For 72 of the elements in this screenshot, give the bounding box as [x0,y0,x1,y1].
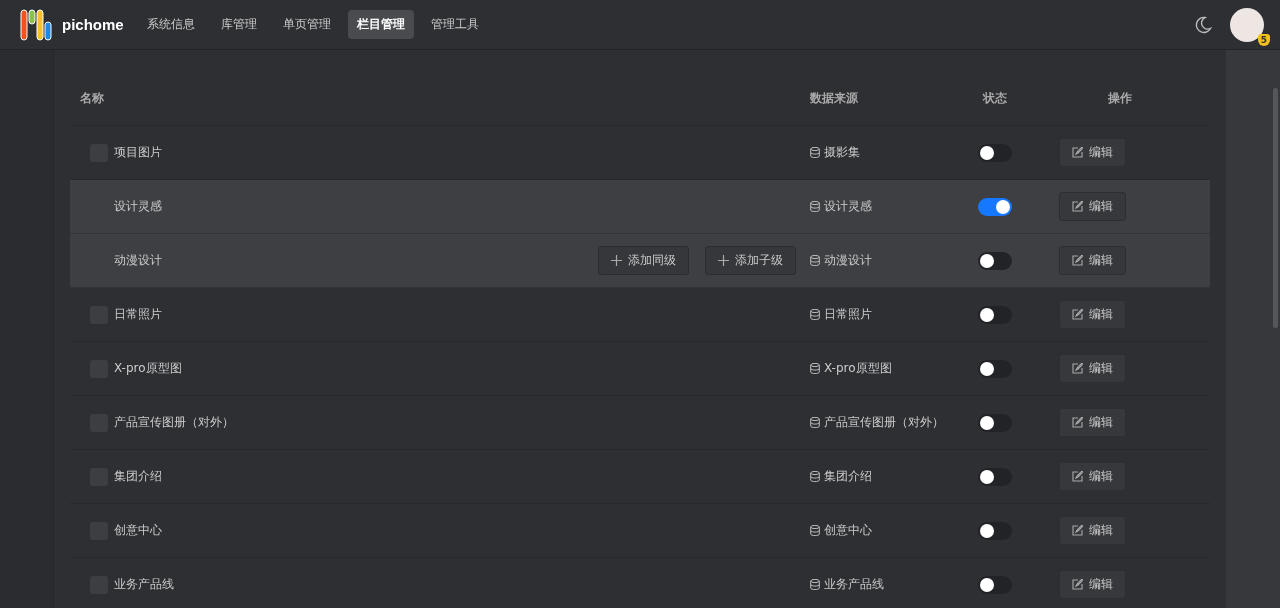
logo-text: pichome [62,16,124,33]
column-header: 状态 [981,90,1008,107]
data-source: 创意中心 [824,522,872,539]
status-switch[interactable] [978,521,1012,540]
data-source: 设计灵感 [824,198,872,215]
edit-button[interactable]: 编辑 [1058,192,1126,221]
nav-tab[interactable]: 系统信息 [137,10,204,39]
edit-button[interactable]: 编辑 [1058,516,1126,545]
scrollbar[interactable] [1273,88,1278,328]
column-header: 操作 [1107,90,1133,107]
database-icon [810,147,820,158]
database-icon [810,309,820,320]
edit-button[interactable]: 编辑 [1058,138,1126,167]
edit-button[interactable]: 编辑 [1058,354,1126,383]
nav-tab[interactable]: 单页管理 [273,10,340,39]
row-name: 动漫设计 [114,252,162,269]
edit-icon [1071,471,1083,482]
nav-tab[interactable]: 管理工具 [421,10,488,39]
data-source: 业务产品线 [824,576,884,593]
data-source: 产品宣传图册（对外） [824,414,944,431]
database-icon [810,579,820,590]
data-source: X-pro原型图 [824,360,892,377]
row-name: 业务产品线 [114,576,174,593]
logo-icon [20,7,54,42]
edit-button[interactable]: 编辑 [1058,408,1126,437]
plus-icon [611,255,622,266]
column-header: 名称 [79,90,105,107]
data-source: 摄影集 [824,144,860,161]
level-badge: 5 [1257,33,1270,46]
add-button[interactable]: 添加同级 [598,246,689,275]
nav-tab[interactable]: 库管理 [211,10,266,39]
edit-icon [1071,201,1083,212]
edit-icon [1071,309,1083,320]
row-name: 集团介绍 [114,468,162,485]
edit-button[interactable]: 编辑 [1058,246,1126,275]
moon-icon[interactable] [1194,15,1212,34]
row-name: 产品宣传图册（对外） [114,414,234,431]
data-source: 集团介绍 [824,468,872,485]
status-switch[interactable] [978,467,1012,486]
edit-button[interactable]: 编辑 [1058,462,1126,491]
edit-icon [1071,579,1083,590]
data-source: 日常照片 [824,306,872,323]
status-switch[interactable] [978,251,1012,270]
row-name: 设计灵感 [114,198,162,215]
row-name: 创意中心 [114,522,162,539]
plus-icon [718,255,729,266]
edit-button[interactable]: 编辑 [1058,570,1126,599]
status-switch[interactable] [978,413,1012,432]
row-name: 项目图片 [114,144,162,161]
edit-button[interactable]: 编辑 [1058,300,1126,329]
database-icon [810,417,820,428]
edit-icon [1071,525,1083,536]
database-icon [810,255,820,266]
edit-icon [1071,417,1083,428]
column-header: 数据来源 [810,90,859,107]
edit-icon [1071,255,1083,266]
database-icon [810,363,820,374]
database-icon [810,471,820,482]
row-name: X-pro原型图 [114,360,182,377]
row-name: 日常照片 [114,306,162,323]
database-icon [810,201,820,212]
status-switch[interactable] [978,305,1012,324]
edit-icon [1071,363,1083,374]
status-switch[interactable] [978,143,1012,162]
status-switch[interactable] [978,575,1012,594]
database-icon [810,525,820,536]
data-source: 动漫设计 [824,252,872,269]
edit-icon [1071,147,1083,158]
status-switch[interactable] [978,359,1012,378]
add-button[interactable]: 添加子级 [705,246,796,275]
status-switch[interactable] [978,197,1012,216]
nav-tab[interactable]: 栏目管理 [347,10,414,39]
